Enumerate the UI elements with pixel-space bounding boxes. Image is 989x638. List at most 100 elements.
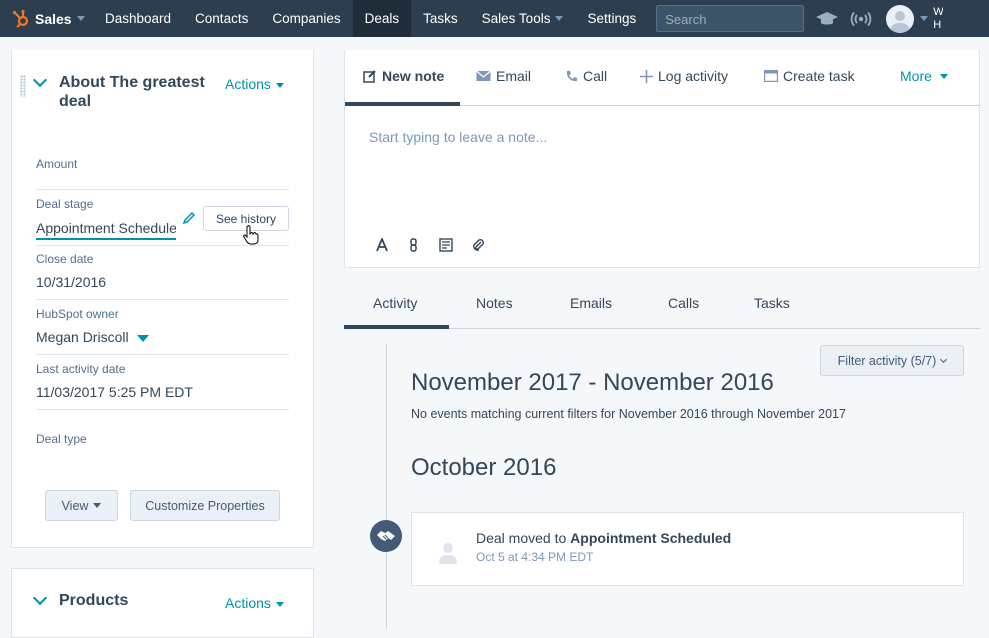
- tab-create-task[interactable]: Create task: [764, 68, 855, 84]
- nav-deals-label: Deals: [364, 11, 400, 26]
- chevron-down-icon: [940, 355, 948, 363]
- academy-icon[interactable]: [810, 0, 844, 37]
- nav-tasks-label: Tasks: [423, 11, 458, 26]
- chevron-down-icon[interactable]: [32, 590, 48, 606]
- chevron-down-icon[interactable]: [32, 72, 48, 88]
- attachment-icon[interactable]: [471, 238, 485, 252]
- nav-dashboard[interactable]: Dashboard: [93, 0, 183, 37]
- email-icon: [476, 70, 491, 81]
- event-stage-name: Appointment Scheduled: [570, 530, 732, 546]
- user-avatar[interactable]: [886, 4, 915, 33]
- tab-call[interactable]: Call: [565, 68, 607, 84]
- event-timestamp[interactable]: Oct 5 at 4:34 PM EDT: [476, 550, 593, 564]
- owner-value: Megan Driscoll: [36, 329, 289, 345]
- nav-tasks[interactable]: Tasks: [411, 0, 470, 37]
- task-icon: [764, 70, 778, 82]
- tab-email[interactable]: Email: [476, 68, 531, 84]
- filter-activity-label: Filter activity (5/7): [837, 353, 937, 368]
- timeline-line: [386, 344, 387, 629]
- brand-menu[interactable]: Sales: [0, 0, 93, 37]
- tab-new-note[interactable]: New note: [363, 68, 444, 84]
- nav-dashboard-label: Dashboard: [105, 11, 172, 26]
- tab-more[interactable]: More: [900, 68, 948, 84]
- chevron-down-icon: [76, 16, 85, 21]
- close-date-value: 10/31/2016: [36, 274, 107, 290]
- products-card: Products Actions: [11, 568, 314, 638]
- close-date-label: Close date: [36, 252, 94, 266]
- deal-type-label: Deal type: [36, 432, 87, 446]
- nav-companies-label: Companies: [272, 11, 341, 26]
- link-icon[interactable]: [407, 238, 421, 252]
- about-card-title: About The greatest deal: [59, 74, 205, 110]
- event-title: Deal moved to Appointment Scheduled: [476, 530, 731, 546]
- last-activity-property[interactable]: Last activity date 11/03/2017 5:25 PM ED…: [36, 362, 289, 410]
- amount-property[interactable]: Amount: [36, 157, 289, 190]
- drag-handle-icon[interactable]: [20, 75, 26, 97]
- tab-more-label: More: [900, 68, 932, 84]
- close-date-property[interactable]: Close date 10/31/2016: [36, 252, 289, 300]
- tab-log-activity[interactable]: Log activity: [640, 68, 728, 84]
- chevron-down-icon: [939, 73, 948, 79]
- tab-tasks[interactable]: Tasks: [754, 295, 790, 311]
- products-title: Products: [59, 592, 129, 609]
- actions-label: Actions: [225, 595, 271, 611]
- composer-tabs: New note Email Call Log activity Create …: [345, 50, 981, 106]
- tab-new-note-label: New note: [382, 68, 445, 84]
- hand-cursor-icon: [243, 225, 259, 245]
- nav-settings-label: Settings: [587, 11, 637, 26]
- nav-sales-tools-label: Sales Tools: [481, 11, 551, 26]
- pencil-square-icon: [363, 70, 376, 83]
- active-tab-indicator: [345, 102, 460, 106]
- text-format-icon[interactable]: [375, 238, 389, 252]
- deal-stage-input[interactable]: Appointment Scheduled: [36, 218, 176, 240]
- deal-handshake-icon: [370, 520, 402, 552]
- activity-tabs: Activity Notes Emails Calls Tasks: [344, 285, 980, 329]
- nav-deals[interactable]: Deals: [352, 0, 412, 37]
- actions-label: Actions: [225, 76, 271, 92]
- view-button[interactable]: View: [45, 490, 118, 521]
- owner-label: HubSpot owner: [36, 307, 119, 321]
- phone-icon: [566, 70, 577, 81]
- tab-call-label: Call: [583, 68, 608, 84]
- owner-property[interactable]: HubSpot owner Megan Driscoll: [36, 307, 289, 355]
- customize-properties-button[interactable]: Customize Properties: [130, 490, 280, 521]
- last-activity-value: 11/03/2017 5:25 PM EDT: [36, 384, 193, 400]
- see-history-label: See history: [215, 211, 277, 226]
- tab-notes[interactable]: Notes: [476, 295, 513, 311]
- timeline-month-heading: November 2017 - November 2016: [411, 369, 774, 396]
- hubspot-logo-icon: [12, 9, 29, 28]
- nav-contacts[interactable]: Contacts: [183, 0, 260, 37]
- search-input[interactable]: Search: [656, 5, 805, 32]
- owner-name: Megan Driscoll: [36, 329, 129, 345]
- chevron-down-icon: [275, 82, 284, 88]
- chevron-down-icon[interactable]: [920, 16, 929, 21]
- products-actions-dropdown[interactable]: Actions: [225, 595, 284, 611]
- view-label: View: [61, 498, 89, 513]
- nav-settings[interactable]: Settings: [575, 0, 648, 37]
- about-actions-dropdown[interactable]: Actions: [225, 76, 284, 92]
- nav-companies[interactable]: Companies: [260, 0, 352, 37]
- nav-contacts-label: Contacts: [195, 11, 249, 26]
- pencil-icon[interactable]: [182, 211, 196, 225]
- tab-email-label: Email: [496, 68, 532, 84]
- deal-type-property[interactable]: Deal type: [36, 432, 289, 462]
- chevron-down-icon[interactable]: [136, 334, 149, 342]
- nav-sales-tools[interactable]: Sales Tools: [470, 0, 576, 37]
- filter-activity-button[interactable]: Filter activity (5/7): [820, 345, 964, 376]
- plus-icon: [640, 69, 653, 83]
- top-navigation: Sales Dashboard Contacts Companies Deals…: [0, 0, 989, 37]
- no-events-message: No events matching current filters for N…: [411, 407, 846, 421]
- account-name[interactable]: W H: [933, 6, 943, 32]
- tab-calls[interactable]: Calls: [668, 295, 699, 311]
- activity-composer: New note Email Call Log activity Create …: [344, 50, 981, 268]
- amount-label: Amount: [36, 157, 78, 171]
- template-icon[interactable]: [439, 238, 453, 252]
- event-title-prefix: Deal moved to: [476, 530, 571, 546]
- tab-create-task-label: Create task: [783, 68, 855, 84]
- note-textarea[interactable]: Start typing to leave a note...: [369, 129, 547, 145]
- about-card: About The greatest deal Actions Amount D…: [11, 50, 314, 548]
- tab-emails[interactable]: Emails: [570, 295, 612, 311]
- notifications-icon[interactable]: [844, 0, 878, 37]
- tab-activity[interactable]: Activity: [373, 295, 417, 311]
- timeline-event-card[interactable]: Deal moved to Appointment Scheduled Oct …: [411, 512, 964, 586]
